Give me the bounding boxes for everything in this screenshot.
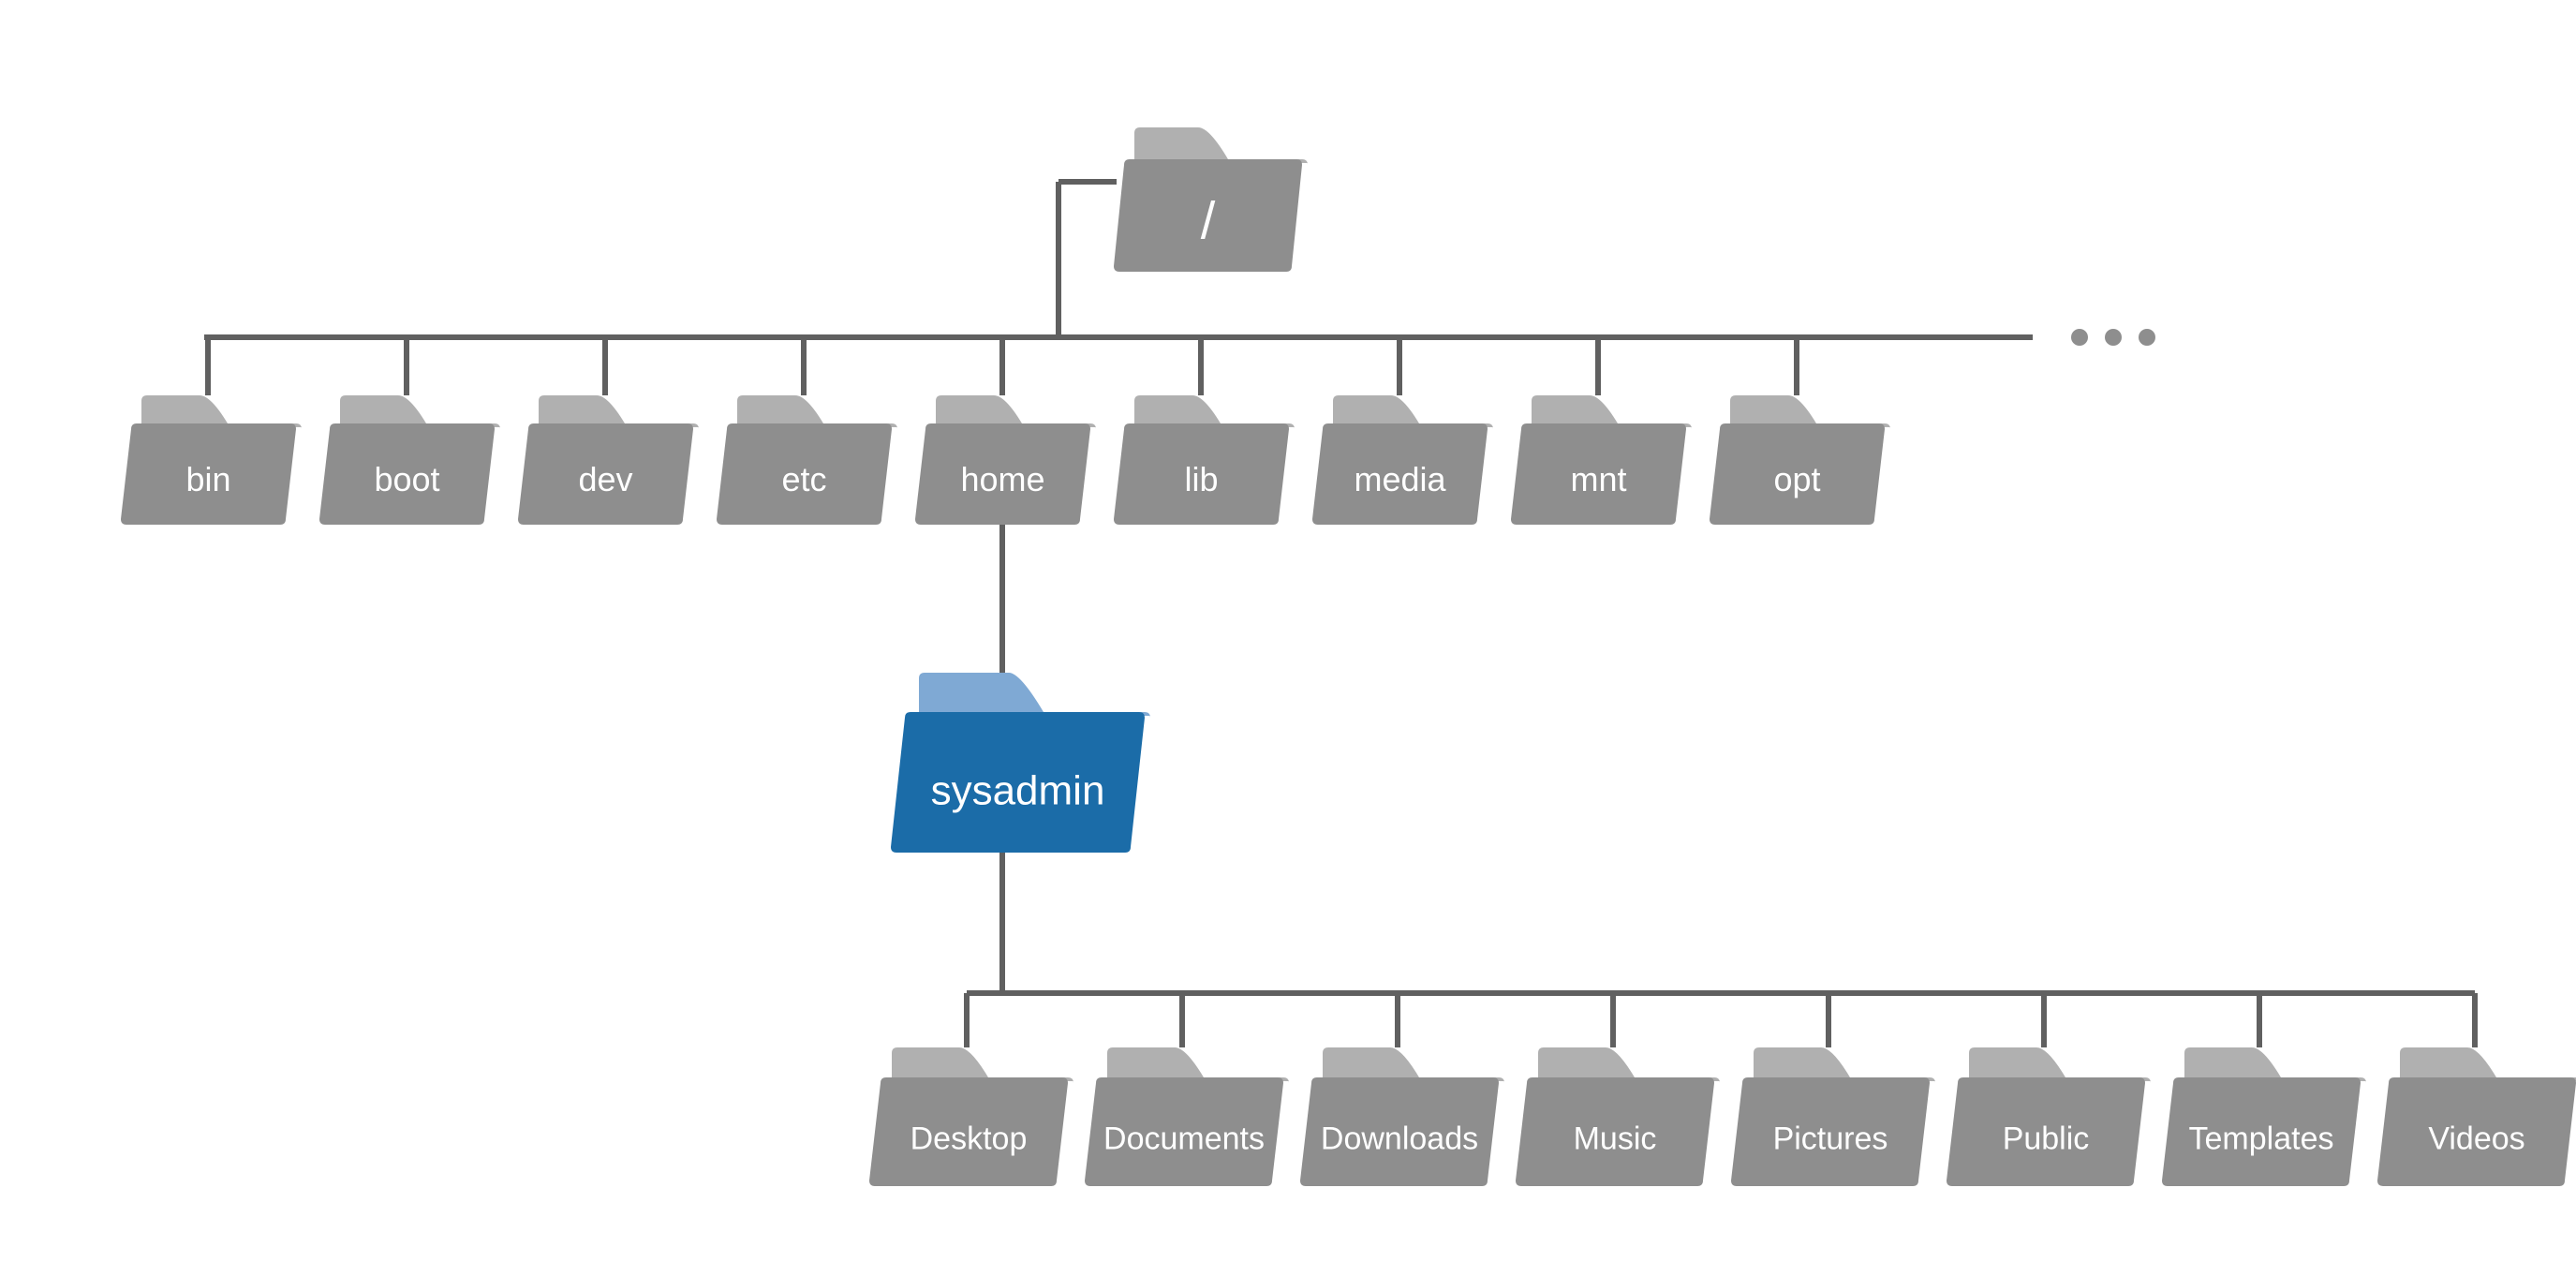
- folder-l1-dev: dev: [518, 395, 699, 525]
- folder-l3-Music: Music: [1516, 1047, 1720, 1186]
- ellipsis-dot: [2105, 329, 2122, 346]
- folder-l1-home-label: home: [960, 460, 1044, 498]
- folder-l1-mnt: mnt: [1511, 395, 1692, 525]
- folder-l1-boot-label: boot: [374, 460, 439, 498]
- folder-sysadmin-label: sysadmin: [931, 768, 1105, 814]
- folder-l3-Public-label: Public: [2003, 1121, 2090, 1156]
- folder-l3-Downloads: Downloads: [1300, 1047, 1504, 1186]
- folder-l3-Documents: Documents: [1085, 1047, 1289, 1186]
- folder-l3-Public: Public: [1947, 1047, 2151, 1186]
- folder-l3-Videos-label: Videos: [2428, 1121, 2524, 1156]
- folder-l1-home: home: [915, 395, 1096, 525]
- folder-l3-Videos: Videos: [2377, 1047, 2576, 1186]
- folder-l1-dev-label: dev: [578, 460, 632, 498]
- folder-l3-Templates: Templates: [2162, 1047, 2366, 1186]
- ellipsis-dot: [2071, 329, 2088, 346]
- folder-l1-bin: bin: [121, 395, 302, 525]
- folder-root: /: [1114, 127, 1308, 272]
- folder-l3-Desktop: Desktop: [869, 1047, 1073, 1186]
- folder-l1-mnt-label: mnt: [1570, 460, 1626, 498]
- folder-l1-opt-label: opt: [1773, 460, 1820, 498]
- ellipsis-dot: [2139, 329, 2155, 346]
- folder-sysadmin-tab: [919, 673, 1150, 718]
- filesystem-tree-diagram: / bin boot dev etc home lib media mnt opt sysadmin…: [0, 0, 2576, 1277]
- folder-l1-opt: opt: [1710, 395, 1890, 525]
- folder-l3-Templates-label: Templates: [2189, 1121, 2334, 1156]
- folder-l1-lib-label: lib: [1184, 460, 1218, 498]
- folder-l3-Pictures: Pictures: [1731, 1047, 1935, 1186]
- folder-l1-media-label: media: [1354, 460, 1446, 498]
- folder-l3-Documents-label: Documents: [1103, 1121, 1265, 1156]
- folder-l3-Pictures-label: Pictures: [1773, 1121, 1888, 1156]
- folder-l3-Music-label: Music: [1574, 1121, 1657, 1156]
- folder-sysadmin: sysadmin: [891, 673, 1150, 853]
- folder-root-label: /: [1201, 190, 1216, 249]
- folder-l1-lib: lib: [1114, 395, 1295, 525]
- folder-l1-etc-label: etc: [781, 460, 826, 498]
- folder-l1-media: media: [1312, 395, 1493, 525]
- folder-l3-Desktop-label: Desktop: [910, 1121, 1028, 1156]
- folder-l3-Downloads-label: Downloads: [1321, 1121, 1478, 1156]
- folder-l1-etc: etc: [717, 395, 897, 525]
- folder-l1-bin-label: bin: [185, 460, 230, 498]
- folder-l1-boot: boot: [319, 395, 500, 525]
